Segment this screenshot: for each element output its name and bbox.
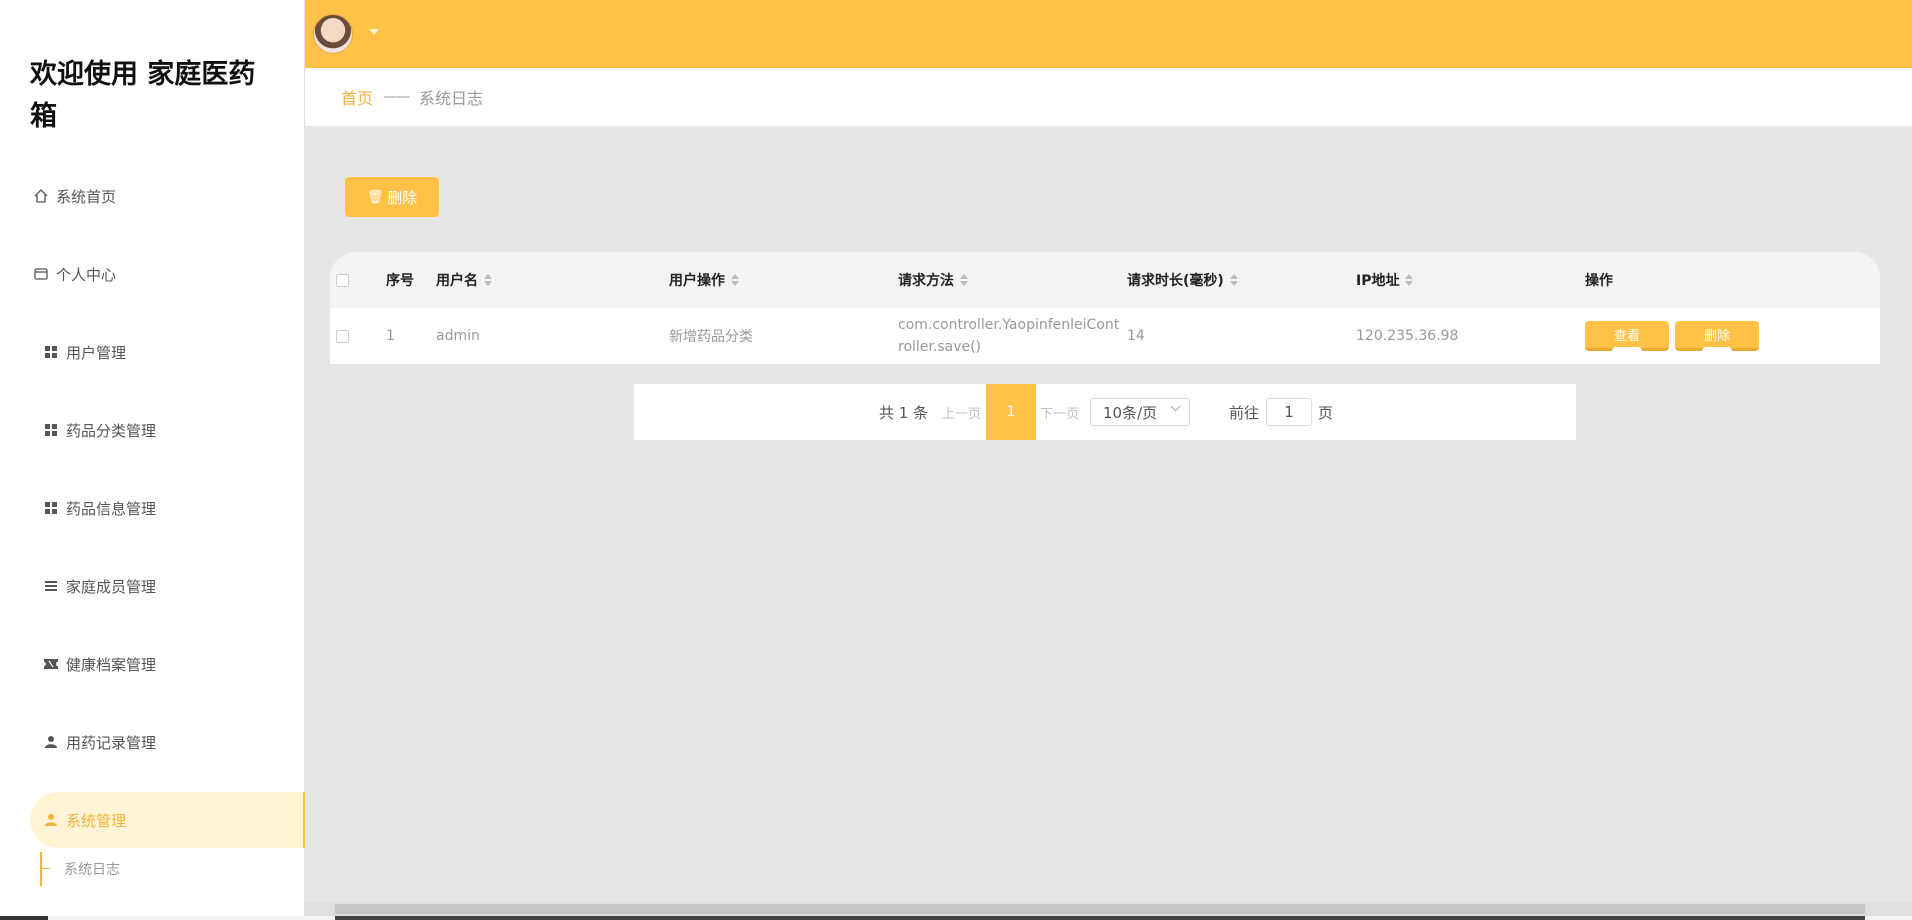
chevron-down-icon — [1170, 401, 1181, 412]
page-number-current[interactable]: 1 — [986, 384, 1036, 440]
header-username[interactable]: 用户名 — [436, 252, 492, 308]
user-icon — [40, 733, 62, 751]
delete-button[interactable]: 🗑 删除 — [345, 177, 439, 217]
table-header: 序号 用户名 用户操作 请求方法 请求时长(毫秒) IP地址 操作 — [330, 252, 1880, 308]
grid-icon — [40, 343, 62, 361]
ticket-icon — [40, 655, 62, 673]
sidebar-item-label: 家庭成员管理 — [66, 577, 157, 596]
sidebar-item-home[interactable]: 系统首页 — [30, 168, 305, 224]
sidebar-item-health-record[interactable]: 健康档案管理 — [30, 636, 305, 692]
cell-username: admin — [436, 328, 480, 344]
sidebar-item-label: 健康档案管理 — [66, 655, 157, 674]
cell-ip: 120.235.36.98 — [1356, 328, 1459, 344]
pagination: 共 1 条 上一页 1 下一页 10条/页 前往 页 — [634, 384, 1576, 440]
sidebar-item-medication-record[interactable]: 用药记录管理 — [30, 714, 305, 770]
sort-icon[interactable] — [1405, 274, 1414, 286]
sidebar-item-family[interactable]: 家庭成员管理 — [30, 558, 305, 614]
sidebar-item-label: 药品信息管理 — [66, 499, 157, 518]
sort-icon[interactable] — [731, 274, 739, 286]
sidebar-item-label: 药品分类管理 — [66, 421, 157, 440]
sidebar-item-label: 个人中心 — [56, 265, 117, 284]
header-operation[interactable]: 用户操作 — [669, 252, 739, 308]
sidebar-item-label: 系统首页 — [56, 187, 117, 206]
home-icon — [30, 187, 52, 205]
sidebar-subitem-system-log[interactable]: 系统日志 — [40, 852, 120, 886]
sidebar-item-drug-info[interactable]: 药品信息管理 — [30, 480, 305, 536]
sort-icon[interactable] — [1229, 274, 1238, 286]
wallet-icon — [30, 265, 52, 283]
next-page-button[interactable]: 下一页 — [1040, 384, 1079, 440]
grid-icon — [40, 499, 62, 517]
row-checkbox[interactable] — [336, 308, 366, 364]
table-row: 1 admin 新增药品分类 com.controller.Yaopinfenl… — [330, 308, 1880, 364]
sidebar-item-users[interactable]: 用户管理 — [30, 324, 305, 380]
prev-page-button[interactable]: 上一页 — [942, 384, 981, 440]
horizontal-scrollbar[interactable] — [305, 902, 1912, 916]
header-index: 序号 — [386, 273, 414, 289]
row-delete-button[interactable]: 删除 — [1675, 321, 1759, 351]
header-duration[interactable]: 请求时长(毫秒) — [1127, 252, 1238, 308]
sort-icon[interactable] — [960, 274, 968, 286]
sort-icon[interactable] — [484, 274, 492, 286]
goto-label: 前往 — [1229, 403, 1260, 422]
sidebar: 欢迎使用 家庭医药箱 系统首页 个人中心 用户管理 药品分类管理 药品信息管理 — [0, 0, 305, 920]
list-icon — [40, 577, 62, 595]
cell-operation: 新增药品分类 — [669, 329, 753, 345]
sidebar-item-profile[interactable]: 个人中心 — [30, 246, 305, 302]
log-table: 序号 用户名 用户操作 请求方法 请求时长(毫秒) IP地址 操作 1 admi… — [330, 252, 1880, 364]
app-title: 欢迎使用 家庭医药箱 — [30, 59, 256, 132]
breadcrumb-home[interactable]: 首页 — [341, 85, 373, 109]
sidebar-item-system[interactable]: 系统管理 — [30, 792, 305, 848]
sidebar-item-drug-category[interactable]: 药品分类管理 — [30, 402, 305, 458]
cell-index: 1 — [386, 328, 395, 344]
sidebar-item-label: 用药记录管理 — [66, 733, 157, 752]
goto-page-input[interactable] — [1266, 398, 1312, 426]
header-method[interactable]: 请求方法 — [898, 252, 968, 308]
grid-icon — [40, 421, 62, 439]
trash-icon: 🗑 — [366, 189, 384, 205]
pagination-total: 共 1 条 — [879, 403, 929, 422]
user-icon — [40, 811, 62, 829]
page-size-select[interactable]: 10条/页 — [1090, 398, 1190, 426]
caret-down-icon[interactable] — [369, 29, 379, 35]
bottom-edge — [0, 916, 1912, 920]
cell-method: com.controller.YaopinfenleiController.sa… — [898, 317, 1120, 355]
scrollbar-thumb[interactable] — [335, 904, 1865, 914]
sidebar-item-label: 系统管理 — [66, 811, 127, 830]
select-all-checkbox[interactable] — [336, 252, 366, 308]
header-actions: 操作 — [1585, 273, 1613, 289]
cell-actions: 查看 删除 — [1585, 308, 1765, 364]
breadcrumb-separator: —— — [383, 89, 410, 105]
breadcrumb: 首页 —— 系统日志 — [305, 68, 1912, 127]
page-unit-label: 页 — [1318, 403, 1334, 422]
top-bar — [305, 0, 1912, 68]
header-ip[interactable]: IP地址 — [1356, 252, 1414, 308]
cell-duration: 14 — [1127, 328, 1145, 344]
avatar[interactable] — [313, 14, 353, 54]
sidebar-item-label: 用户管理 — [66, 343, 127, 362]
view-button[interactable]: 查看 — [1585, 321, 1669, 351]
breadcrumb-current: 系统日志 — [419, 89, 484, 108]
